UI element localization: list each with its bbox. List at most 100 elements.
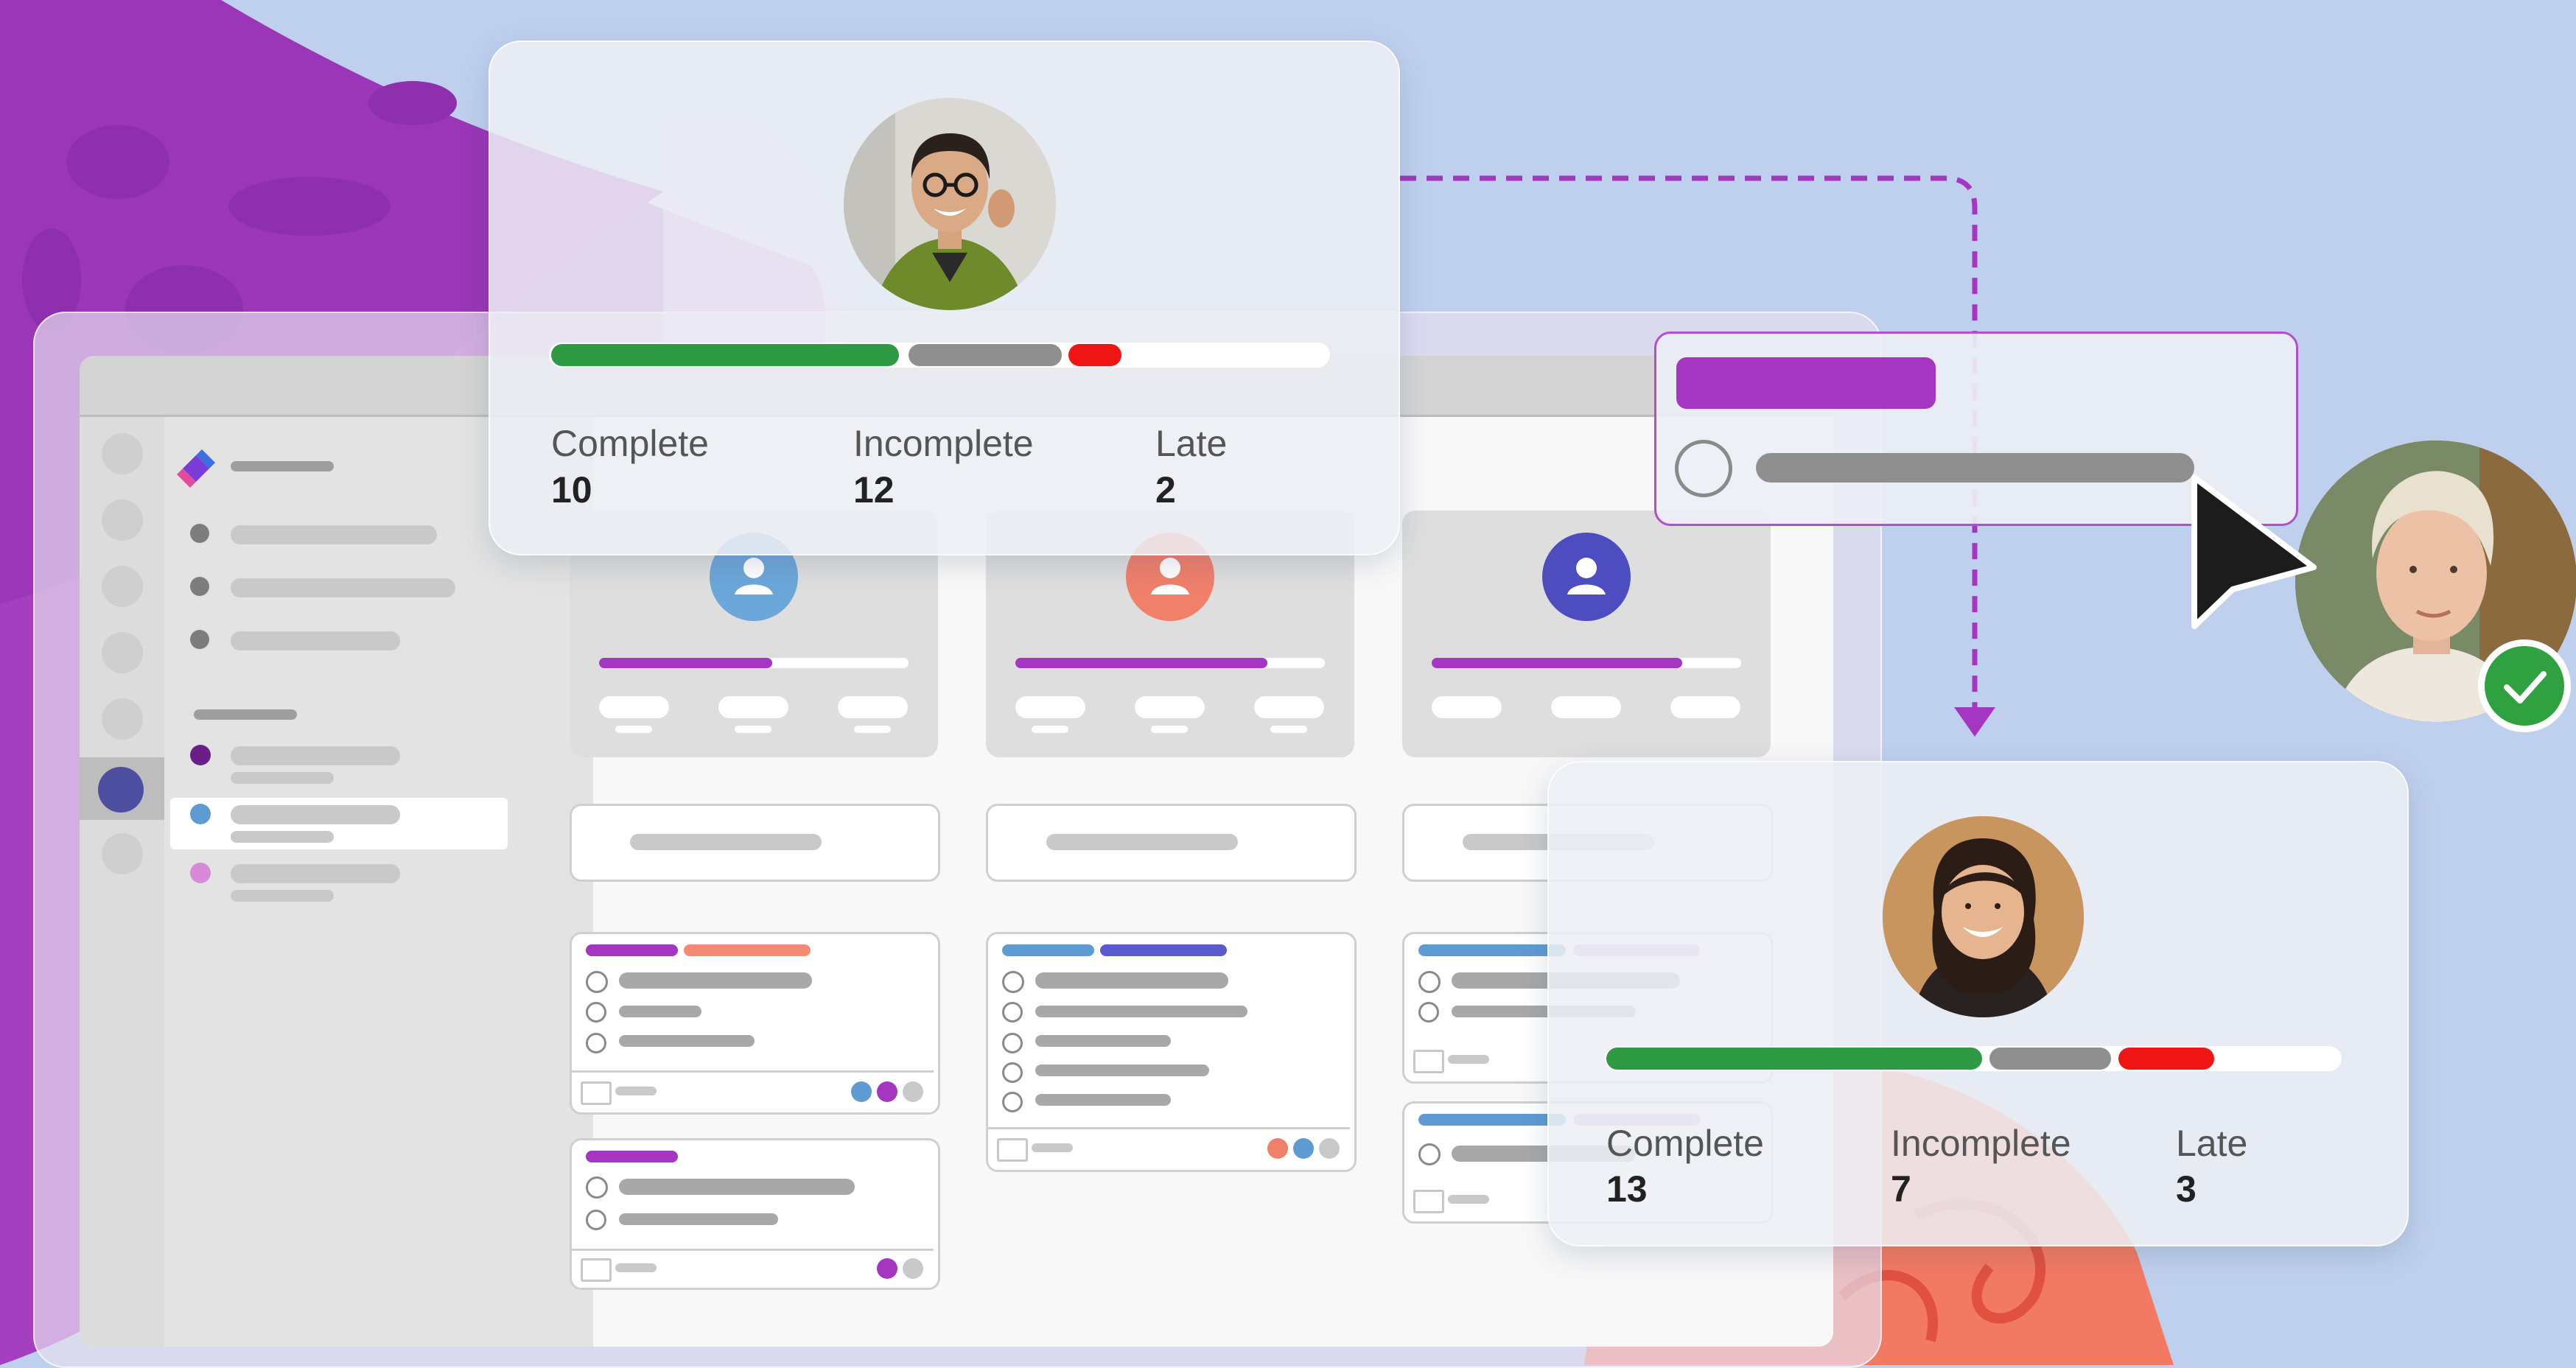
task-checkbox[interactable] <box>1002 1002 1023 1023</box>
sidebar-item-2-dot <box>190 577 209 596</box>
stat-incomplete-label: Incomplete <box>1891 1123 2071 1164</box>
sidebar-section-header <box>194 709 297 720</box>
progress-complete <box>1606 1048 1982 1070</box>
assignee-dot <box>1293 1138 1314 1159</box>
progress-incomplete <box>1989 1048 2111 1070</box>
rail-icon-1[interactable] <box>102 433 143 474</box>
sidebar-plan-1-sub <box>231 772 334 784</box>
rail-icon-active[interactable] <box>98 767 144 813</box>
stat-complete-label: Complete <box>551 423 709 464</box>
label-tag <box>1002 944 1094 956</box>
task-checkbox[interactable] <box>586 1033 606 1053</box>
person-icon <box>735 558 773 594</box>
sidebar-app-name <box>231 461 334 471</box>
stat-late-label: Late <box>1155 423 1228 464</box>
add-task-placeholder <box>1046 834 1238 850</box>
label-tag <box>1100 944 1227 956</box>
member-1-progress-fill <box>599 658 772 668</box>
task-title <box>619 1035 755 1047</box>
member-avatar-photo <box>1883 816 2084 1017</box>
label-tag <box>586 944 678 956</box>
sidebar-item-3-dot <box>190 630 209 649</box>
stat-incomplete-value: 7 <box>1891 1168 1911 1210</box>
check-badge <box>2485 646 2564 726</box>
mouse-pointer-icon <box>2191 474 2317 629</box>
task-popup-label <box>1676 357 1936 409</box>
task-checkbox[interactable] <box>586 1176 608 1199</box>
member-1-stat-2-sub <box>735 726 771 733</box>
sidebar-plan-2-sub <box>231 831 334 843</box>
sidebar-plan-2-dot <box>190 804 211 824</box>
sidebar-plan-3[interactable] <box>231 864 400 883</box>
assignee-dot <box>877 1081 897 1102</box>
task-checkbox[interactable] <box>1418 1002 1439 1023</box>
task-card-divider <box>988 1127 1350 1129</box>
sidebar-plan-3-sub <box>231 890 334 902</box>
task-checkbox[interactable] <box>1002 1062 1023 1083</box>
member-2-stat-1 <box>1015 696 1085 718</box>
attachment-icon <box>581 1258 612 1282</box>
sidebar-plan-1[interactable] <box>231 746 400 765</box>
task-card-divider <box>572 1070 934 1073</box>
task-checkbox[interactable] <box>1002 1033 1023 1053</box>
sidebar-item-3[interactable] <box>231 631 400 650</box>
task-checkbox[interactable] <box>1418 1143 1441 1165</box>
progress-late <box>1068 344 1121 366</box>
task-checkbox[interactable] <box>586 971 608 993</box>
assignee-dot <box>903 1081 923 1102</box>
rail-icon-2[interactable] <box>102 499 143 541</box>
task-title <box>1035 1035 1171 1047</box>
stat-complete-value: 13 <box>1606 1168 1648 1210</box>
member-1-stat-1-sub <box>615 726 652 733</box>
task-popup-title <box>1756 453 2194 483</box>
member-1-stat-1 <box>599 696 669 718</box>
stat-late-label: Late <box>2176 1123 2248 1164</box>
task-card[interactable] <box>986 932 1357 1172</box>
task-checkbox[interactable] <box>1002 1092 1023 1112</box>
task-checkbox[interactable] <box>586 1210 606 1230</box>
attachment-icon <box>1413 1190 1444 1213</box>
member-2-stat-2-sub <box>1151 726 1188 733</box>
task-title <box>1035 972 1228 989</box>
task-title <box>1035 1064 1209 1076</box>
progress-complete <box>551 344 899 366</box>
task-popup-checkbox[interactable] <box>1675 440 1732 497</box>
stat-incomplete-value: 12 <box>853 469 895 511</box>
task-meta <box>615 1263 657 1272</box>
assignee-dot <box>1319 1138 1340 1159</box>
stat-complete-label: Complete <box>1606 1123 1764 1164</box>
label-tag <box>586 1151 678 1162</box>
sidebar-item-2[interactable] <box>231 578 455 597</box>
task-title <box>619 1213 778 1225</box>
attachment-icon <box>581 1081 612 1105</box>
task-checkbox[interactable] <box>586 1002 606 1023</box>
member-1-stat-3 <box>838 696 908 718</box>
task-meta <box>1448 1195 1489 1204</box>
progress-late <box>2118 1048 2214 1070</box>
task-meta <box>1032 1143 1073 1152</box>
task-checkbox[interactable] <box>1002 971 1024 993</box>
task-meta <box>1448 1055 1489 1064</box>
sidebar-item-1-dot <box>190 524 209 543</box>
rail-icon-3[interactable] <box>102 566 143 607</box>
attachment-icon <box>1413 1050 1444 1073</box>
rail-icon-5[interactable] <box>102 698 143 740</box>
stat-late-value: 2 <box>1155 469 1176 511</box>
attachment-icon <box>997 1138 1028 1162</box>
rail-icon-7[interactable] <box>102 833 143 874</box>
member-2-stat-3-sub <box>1270 726 1307 733</box>
member-1-stat-2 <box>718 696 788 718</box>
task-title <box>1035 1006 1247 1017</box>
label-tag <box>1418 1114 1566 1126</box>
task-title <box>619 1179 855 1195</box>
task-checkbox[interactable] <box>1418 971 1441 993</box>
sidebar-item-1[interactable] <box>231 525 437 544</box>
stat-incomplete-label: Incomplete <box>853 423 1034 464</box>
person-icon <box>1151 558 1189 594</box>
progress-incomplete <box>909 344 1062 366</box>
assignee-dot <box>903 1258 923 1279</box>
app-rail <box>80 417 164 1347</box>
assignee-dot <box>1267 1138 1288 1159</box>
label-tag <box>1418 944 1566 956</box>
rail-icon-4[interactable] <box>102 632 143 673</box>
